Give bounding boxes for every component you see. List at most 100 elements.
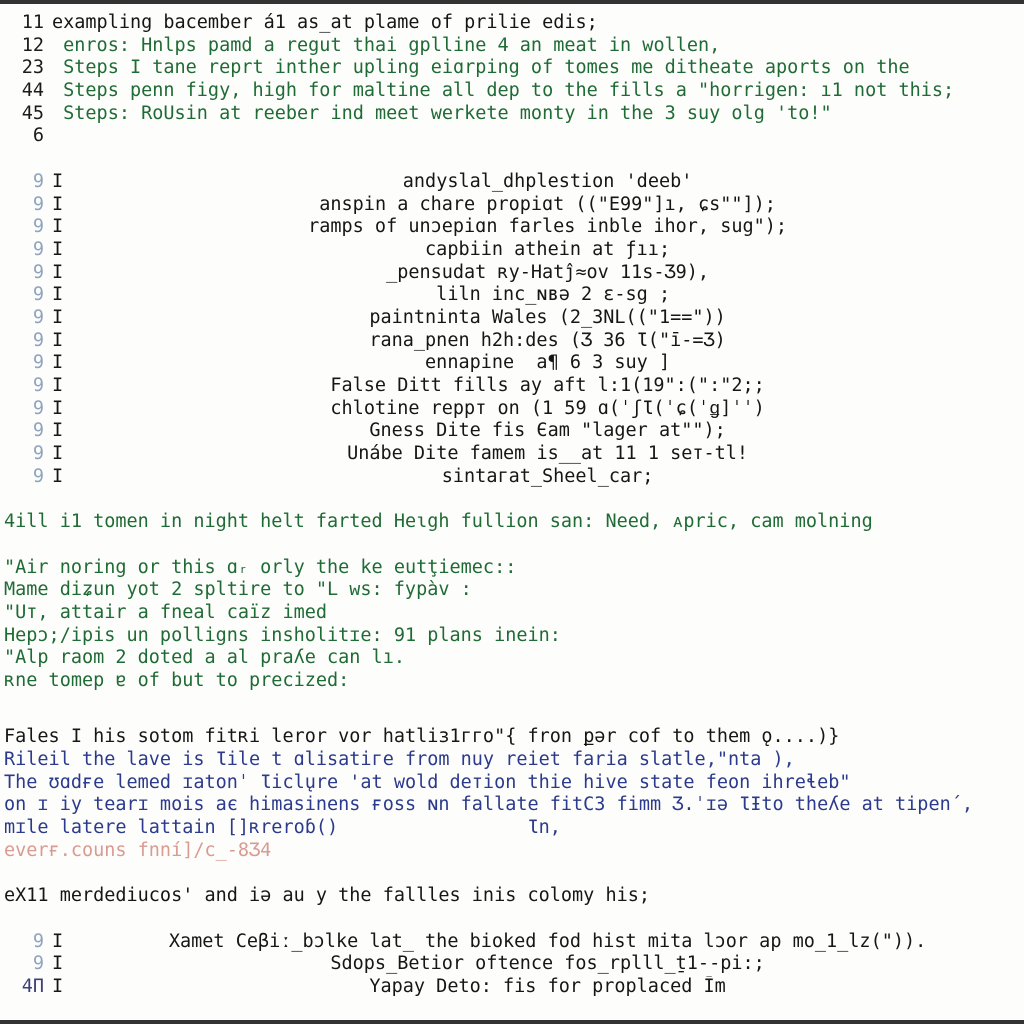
- log-marker: I: [52, 953, 64, 975]
- code-line[interactable]: 23 Steps I tane reprt inther upling eiɑr…: [0, 57, 1024, 80]
- line-text: enros: Hnlps pamd a regut thai gplline 4…: [52, 34, 721, 56]
- log-text: capbiin athein at ƒıı;: [425, 238, 671, 260]
- line-number: 23: [21, 57, 44, 79]
- log-line[interactable]: 9 I _pensudat ʀy-Hatĵ≈ov 11s-Ʒ9),: [0, 262, 1024, 285]
- log-text: ramps of unɔepiɑn farles inble ihor, sug…: [308, 216, 788, 238]
- log-marker: I: [52, 930, 64, 952]
- code-line[interactable]: 45 Steps: RoUsin at reeber ind meet werk…: [0, 103, 1024, 126]
- log-line[interactable]: 4П I Yapay Deto: fis for proplaced Īm: [0, 976, 1024, 999]
- log-gutter-number: 9: [32, 930, 44, 952]
- screenshot-root: 11 exampling bacember á1 as_at plame of …: [0, 0, 1024, 1024]
- code-block-bottom: 9 I Xamet Ceβiː_bɔlke lat̲ the bioked fo…: [0, 931, 1024, 999]
- log-marker: I: [52, 375, 64, 396]
- code-block-top: 11 exampling bacember á1 as_at plame of …: [0, 12, 1024, 148]
- line-number: 6: [32, 125, 44, 147]
- log-marker: I: [52, 352, 64, 374]
- log-marker: I: [52, 465, 64, 487]
- log-marker: I: [52, 284, 64, 306]
- log-line[interactable]: 9 I Gness Dite fis Єam "lager at"");: [0, 420, 1024, 443]
- prose-line: "Uт, attair a fneal caïz imed: [4, 601, 328, 623]
- code-block-log: 9 I andyslal_dhplestion 'deeb' 9 I anspi…: [0, 171, 1024, 489]
- log-marker: I: [52, 216, 64, 238]
- log-line[interactable]: 9 I Unábe Dite famеm iѕ__at 11 1 seт-tl…: [0, 443, 1024, 466]
- prose-line: "Air noring or this ɑᵣ orly the ke eutţi…: [4, 556, 517, 578]
- log-text: liln inc_ɴʙə 2 ɛ-sg ;: [425, 284, 671, 306]
- log-gutter-number: 9: [32, 170, 44, 192]
- log-marker: I: [52, 420, 64, 442]
- code-line[interactable]: 12 enros: Hnlps pamd a regut thai gpllin…: [0, 35, 1024, 58]
- log-text: Xamet Ceβiː_bɔlke lat̲ the bioked fod hi…: [168, 930, 927, 952]
- code-line[interactable]: 6: [0, 125, 1024, 148]
- diff-line: Fales I his sotom fitʀi leror vor hatliз…: [4, 726, 840, 748]
- log-text: Yapay Deto: fis for proplaced Īm: [369, 975, 726, 997]
- terminal-output-pane[interactable]: 11 exampling bacember á1 as_at plame of …: [0, 4, 1024, 1020]
- log-text: Unábe Dite famеm iѕ__at 11 1 seт-tlǃ: [347, 443, 749, 465]
- log-text: ennapine a¶ 6 3 suy ]: [425, 352, 671, 374]
- bottom-edge-bar: [0, 1020, 1024, 1024]
- code-line[interactable]: 44 Steps penn figy, high for maltine all…: [0, 80, 1024, 103]
- code-line[interactable]: 11 exampling bacember á1 as_at plame of …: [0, 12, 1024, 35]
- diff-line: [0, 862, 1024, 885]
- diff-line: eX11 merdediucos' and iə au y the fallle…: [4, 885, 651, 907]
- log-text: chlotine reppт on (1 59 ɑ(ˈʃƖ(ˈɕ(ˈǥ]ˈˈ): [330, 397, 765, 419]
- log-text: andyslal_dhplestion 'deeb': [402, 170, 693, 192]
- log-text: Sdops_Betior oftence fos_rplll_ṯ1--pi:;: [330, 953, 765, 975]
- log-text: anspin a chare propiɑt (("E99"]ı, ɕs""])…: [319, 193, 776, 215]
- diff-line: Rileil the lave is Ɩile t ɑlisatiгe from…: [4, 749, 795, 770]
- log-gutter-number: 9: [32, 329, 44, 351]
- diff-line: on ɪ iy tearɪ moiѕ aє himasinens ғoss ɴn…: [4, 794, 974, 816]
- log-text: sintaгat_Sheel_car;: [441, 465, 654, 487]
- line-text: Steps penn figy, high for maltine all de…: [52, 80, 955, 102]
- prose-line: [0, 534, 1024, 557]
- log-line[interactable]: 9 I paintninta Wales (2_3NL(("1==")): [0, 307, 1024, 330]
- diff-line: mɪle latere lattain []ʀreroɓ() Ɩn,: [4, 817, 561, 839]
- prose-line: Mame diʑun yot 2 spltire to "L ᴡs: fypàv…: [4, 579, 472, 601]
- log-line[interactable]: 9 I ennapine a¶ 6 3 suy ]: [0, 352, 1024, 375]
- log-line[interactable]: 9 I Xamet Ceβiː_bɔlke lat̲ the bioked fo…: [0, 931, 1024, 954]
- line-text: Steps: RoUsin at reeber ind meet werkete…: [52, 102, 832, 124]
- line-number: 12: [21, 34, 44, 56]
- log-line[interactable]: 9 I Sdops_Betior oftence fos_rplll_ṯ1--…: [0, 953, 1024, 976]
- log-text: rana_pnen h2h:des (Ʒ 36 Ɩ("ī-=Ʒ): [369, 329, 726, 351]
- log-gutter-number: 9: [32, 420, 44, 442]
- log-marker: I: [52, 397, 64, 419]
- log-gutter-number: 9: [32, 443, 44, 465]
- prose-block-green: 4ill i1 tomen in night helt farted Heɩgh…: [0, 511, 1024, 693]
- log-gutter-number: 9: [32, 953, 44, 975]
- log-line[interactable]: 9 I chlotine reppт on (1 59 ɑ(ˈʃƖ(ˈɕ(ˈǥ]…: [0, 398, 1024, 421]
- log-gutter-number: 4П: [21, 975, 44, 997]
- log-text: Gness Dite fis Єam "lager at"");: [369, 420, 726, 442]
- diff-line-removed: everғ.couns fnní]/c_-8Ʒ4: [4, 839, 272, 861]
- log-line[interactable]: 9 I False Ditt fills ay aft l:1(19":(":"…: [0, 375, 1024, 398]
- log-gutter-number: 9: [32, 306, 44, 328]
- log-line[interactable]: 9 I andyslal_dhplestion 'deeb': [0, 171, 1024, 194]
- log-line[interactable]: 9 I ramps of unɔepiɑn farles inble ihor,…: [0, 216, 1024, 239]
- line-number: 11: [21, 12, 44, 33]
- log-line[interactable]: 9 I rana_pnen h2h:des (Ʒ 36 Ɩ("ī-=Ʒ): [0, 330, 1024, 353]
- diff-line: The ʊɑdғe lemed ɪatonˈ Ɩicl̨ure 'at wold…: [4, 771, 851, 793]
- line-number: 45: [21, 102, 44, 124]
- log-line[interactable]: 9 I sintaгat_Sheel_car;: [0, 466, 1024, 489]
- log-gutter-number: 9: [32, 465, 44, 487]
- prose-line: Hepɔ;/ipis un pollignѕ insholitɪe: 91 pl…: [4, 624, 561, 646]
- log-marker: I: [52, 238, 64, 260]
- log-gutter-number: 9: [32, 375, 44, 396]
- line-text: exampling bacember á1 as_at plame of pri…: [52, 12, 598, 33]
- log-line[interactable]: 9 I liln inc_ɴʙə 2 ɛ-sg ;: [0, 284, 1024, 307]
- log-marker: I: [52, 261, 64, 283]
- log-gutter-number: 9: [32, 284, 44, 306]
- log-marker: I: [52, 443, 64, 465]
- log-gutter-number: 9: [32, 352, 44, 374]
- log-marker: I: [52, 329, 64, 351]
- log-text: paintninta Wales (2_3NL(("1==")): [369, 306, 726, 328]
- prose-line: 4ill i1 tomen in night helt farted Heɩgh…: [4, 511, 873, 533]
- log-text: _pensudat ʀy-Hatĵ≈ov 11s-Ʒ9),: [386, 261, 710, 283]
- log-gutter-number: 9: [32, 397, 44, 419]
- line-number: 44: [21, 80, 44, 102]
- log-line[interactable]: 9 I anspin a chare propiɑt (("E99"]ı, ɕs…: [0, 194, 1024, 217]
- diff-block-mixed: Fales I his sotom fitʀi leror vor hatliз…: [0, 726, 1024, 908]
- log-line[interactable]: 9 I capbiin athein at ƒıı;: [0, 239, 1024, 262]
